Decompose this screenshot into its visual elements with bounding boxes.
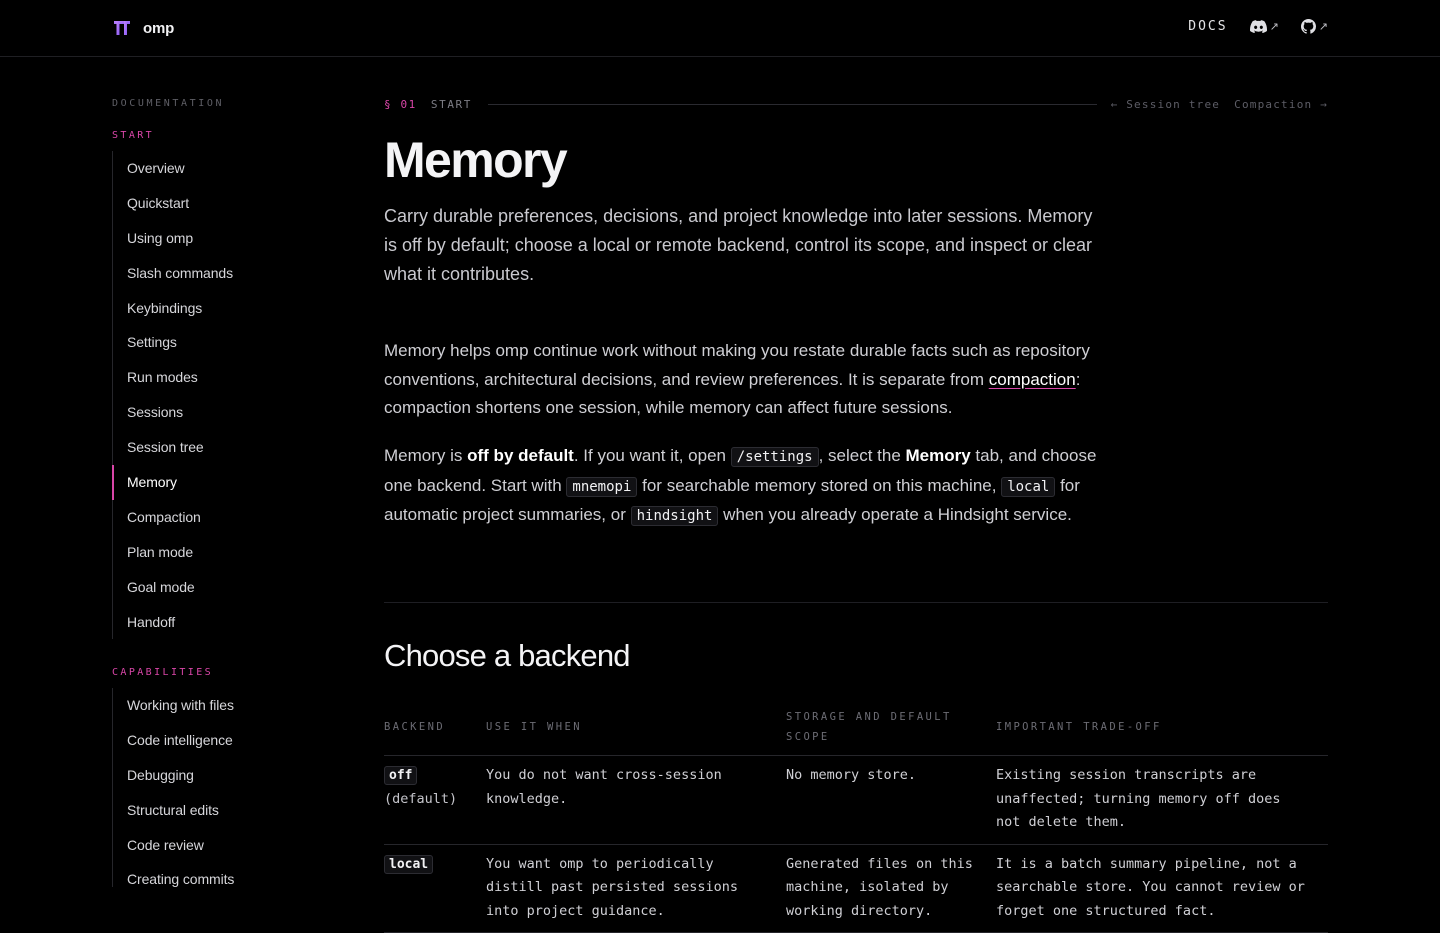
table-cell: Existing session transcripts are unaffec… [996,756,1328,844]
top-navigation-bar: omp DOCS ↗ ↗ [0,0,1440,57]
sidebar-section-start: START [112,130,154,141]
page-lede: Carry durable preferences, decisions, an… [384,202,1104,289]
sidebar-item-goal-mode[interactable]: Goal mode [113,570,233,605]
sidebar-item-quickstart[interactable]: Quickstart [113,186,233,221]
code-mnemopi: mnemopi [566,477,637,497]
sidebar-list-start: Overview Quickstart Using omp Slash comm… [112,151,233,639]
main-content: § 01 START ← Session tree Compaction → M… [384,57,1328,900]
section-divider [384,602,1328,603]
cell-text: You do not want cross-session knowledge. [486,764,786,811]
docs-sidebar: DOCUMENTATION START Overview Quickstart … [112,57,352,887]
sidebar-item-compaction[interactable]: Compaction [113,500,233,535]
breadcrumb-rule [488,104,1097,105]
column-header: USE IT WHEN [486,697,786,755]
next-page-link[interactable]: Compaction → [1234,98,1328,111]
sidebar-item-handoff[interactable]: Handoff [113,605,233,640]
backend-note: (default) [384,791,457,807]
github-icon [1301,19,1316,34]
table-cell-backend: off (default) [384,756,486,844]
emphasis-memory: Memory [906,446,971,465]
header-links: DOCS ↗ ↗ [1188,19,1328,34]
sidebar-item-creating-commits[interactable]: Creating commits [113,862,234,887]
backend-table: BACKEND USE IT WHEN STORAGE AND DEFAULT … [384,697,1328,933]
compaction-link[interactable]: compaction [989,370,1076,389]
column-header-label: BACKEND [384,717,445,737]
sidebar-item-structural-edits[interactable]: Structural edits [113,793,234,828]
section-number: § 01 [384,98,417,111]
cell-text: You want omp to periodically distill pas… [486,853,786,924]
table-cell: You want omp to periodically distill pas… [486,845,786,933]
emphasis-off-by-default: off by default [467,446,574,465]
brand-name: omp [143,20,174,37]
code-settings: /settings [731,447,819,467]
table-cell: Generated files on this machine, isolate… [786,845,996,933]
sidebar-list-capabilities: Working with files Code intelligence Deb… [112,688,234,887]
code-hindsight: hindsight [631,506,719,526]
section-heading: Choose a backend [384,638,630,674]
sidebar-item-plan-mode[interactable]: Plan mode [113,535,233,570]
text-span: for searchable memory stored on this mac… [637,476,1001,495]
table-cell: You do not want cross-session knowledge. [486,756,786,844]
column-header-label: IMPORTANT TRADE-OFF [996,717,1182,737]
docs-link[interactable]: DOCS [1188,19,1227,34]
text-span: . If you want it, open [574,446,731,465]
discord-link[interactable]: ↗ [1250,20,1279,33]
prev-page-link[interactable]: ← Session tree [1111,98,1221,111]
table-cell: No memory store. [786,756,996,844]
table-cell: It is a batch summary pipeline, not a se… [996,845,1328,933]
github-link[interactable]: ↗ [1301,19,1328,34]
sidebar-item-code-intelligence[interactable]: Code intelligence [113,723,234,758]
sidebar-heading: DOCUMENTATION [112,98,224,109]
external-arrow-icon: ↗ [1319,20,1328,33]
breadcrumb: § 01 START ← Session tree Compaction → [384,97,1328,111]
column-header: BACKEND [384,697,486,755]
text-span: Memory helps omp continue work without m… [384,341,1090,389]
column-header: STORAGE AND DEFAULT SCOPE [786,697,996,755]
page-title: Memory [384,131,566,189]
backend-name: off [384,766,417,785]
section-name: START [431,98,472,111]
sidebar-item-run-modes[interactable]: Run modes [113,360,233,395]
backend-name: local [384,855,433,874]
cell-text: No memory store. [786,764,996,788]
table-header-row: BACKEND USE IT WHEN STORAGE AND DEFAULT … [384,697,1328,756]
sidebar-item-memory[interactable]: Memory [112,465,233,500]
sidebar-section-capabilities: CAPABILITIES [112,667,213,678]
setup-paragraph: Memory is off by default. If you want it… [384,442,1104,531]
code-local: local [1001,477,1055,497]
sidebar-item-overview[interactable]: Overview [113,151,233,186]
text-span: , select the [819,446,906,465]
discord-icon [1250,20,1267,33]
sidebar-item-session-tree[interactable]: Session tree [113,430,233,465]
cell-text: It is a batch summary pipeline, not a se… [996,853,1328,924]
omp-logo-icon [113,18,131,38]
column-header-label: USE IT WHEN [486,717,602,737]
sidebar-item-code-review[interactable]: Code review [113,828,234,863]
sidebar-item-keybindings[interactable]: Keybindings [113,291,233,326]
sidebar-item-using-omp[interactable]: Using omp [113,221,233,256]
sidebar-item-working-with-files[interactable]: Working with files [113,688,234,723]
sidebar-item-sessions[interactable]: Sessions [113,395,233,430]
sidebar-item-debugging[interactable]: Debugging [113,758,234,793]
text-span: when you already operate a Hindsight ser… [718,505,1071,524]
home-logo-link[interactable]: omp [113,18,174,38]
column-header: IMPORTANT TRADE-OFF [996,697,1328,755]
sidebar-item-slash-commands[interactable]: Slash commands [113,256,233,291]
intro-paragraph: Memory helps omp continue work without m… [384,337,1104,423]
cell-text: Existing session transcripts are unaffec… [996,764,1328,835]
text-span: Memory is [384,446,467,465]
table-row: local You want omp to periodically disti… [384,845,1328,933]
sidebar-item-settings[interactable]: Settings [113,325,233,360]
table-cell-backend: local [384,845,486,933]
column-header-label: STORAGE AND DEFAULT SCOPE [786,707,996,747]
external-arrow-icon: ↗ [1270,20,1279,33]
cell-text: Generated files on this machine, isolate… [786,853,996,924]
table-row: off (default) You do not want cross-sess… [384,756,1328,845]
